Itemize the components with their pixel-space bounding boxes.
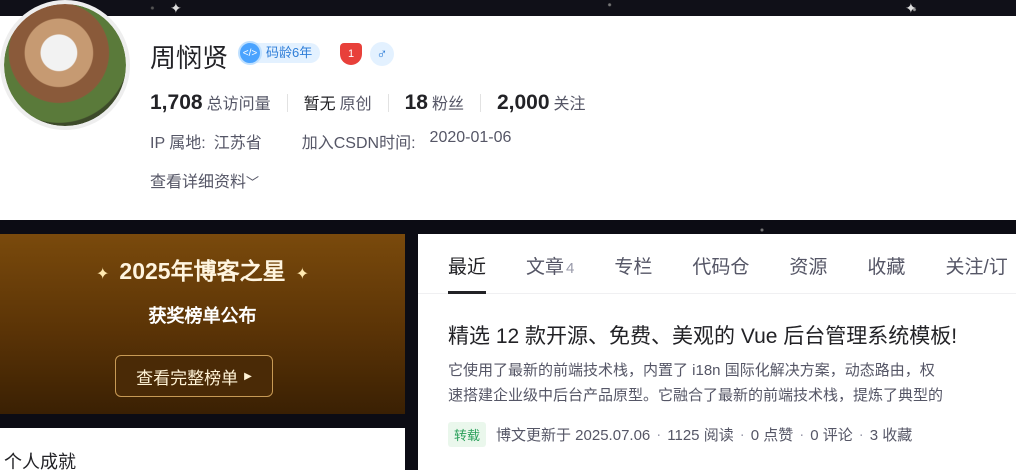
stat-label: 关注 [553, 96, 586, 113]
view-details-label: 查看详细资料 [150, 174, 247, 191]
profile-card: 周悯贤 </> 码龄6年 1 ♂ 1,708 总访问量 暂无 原创 18 粉丝 … [0, 0, 1016, 220]
article-updated: 博文更新于 2025.07.06 [496, 427, 651, 444]
join-label: 加入CSDN时间: [301, 135, 416, 152]
blog-star-promo[interactable]: ✦ 2025年博客之星 ✦ 获奖榜单公布 查看完整榜单 ▶ [0, 234, 405, 414]
repost-tag: 转载 [448, 422, 487, 447]
tab-label: 最近 [448, 257, 487, 278]
banner-decoration-icon: ✦ [905, 0, 917, 16]
user-stats: 1,708 总访问量 暂无 原创 18 粉丝 2,000 关注 [150, 90, 586, 115]
article-description-line: 速搭建企业级中后台产品原型。它融合了最新的前端技术栈，提炼了典型的 [448, 387, 944, 404]
tab-following[interactable]: 关注/订 [945, 234, 1007, 293]
stat-label: 原创 [339, 96, 372, 113]
article-likes: 0 点赞 [750, 427, 794, 444]
join-date: 加入CSDN时间: 2020-01-06 [302, 129, 512, 153]
meta-separator: · [858, 426, 864, 443]
caret-right-icon: ▶ [244, 370, 252, 382]
promo-subtitle: 获奖榜单公布 [148, 306, 257, 326]
view-details-link[interactable]: 查看详细资料﹀ [150, 168, 259, 192]
ip-label: IP 属地: [150, 135, 206, 152]
content-panel: 最近 文章 4 专栏 代码仓 资源 收藏 关注/订 精选 12 款开源、免费、美观… [418, 234, 1016, 470]
sparkle-icon: ✦ [96, 266, 110, 283]
sparkle-icon: ✦ [295, 266, 309, 283]
tab-articles[interactable]: 文章 4 [526, 234, 574, 293]
stat-value: 18 [404, 91, 428, 114]
stat-fans[interactable]: 18 粉丝 [405, 90, 464, 115]
ip-value: 江苏省 [213, 135, 262, 152]
article-item[interactable]: 精选 12 款开源、免费、美观的 Vue 后台管理系统模板! 它使用了最新的前端… [448, 320, 1016, 447]
meta-separator: · [656, 426, 662, 443]
view-leaderboard-label: 查看完整榜单 [136, 368, 239, 388]
promo-title: ✦ 2025年博客之星 ✦ [0, 252, 405, 286]
tab-label: 文章 [526, 257, 565, 278]
stat-divider [387, 93, 389, 112]
stat-following[interactable]: 2,000 关注 [497, 90, 586, 115]
tab-columns[interactable]: 专栏 [614, 234, 652, 293]
join-value: 2020-01-06 [429, 129, 512, 146]
article-reads: 1125 阅读 [667, 427, 734, 444]
stat-value: 1,708 [150, 91, 203, 114]
meta-separator: · [739, 426, 745, 443]
achievements-title: 个人成就 [4, 452, 76, 470]
male-gender-icon: ♂ [370, 42, 394, 66]
promo-title-text: 2025年博客之星 [119, 258, 286, 284]
tab-recent[interactable]: 最近 [448, 234, 487, 294]
code-age-badge[interactable]: </> 码龄6年 [238, 41, 321, 65]
tab-label: 专栏 [614, 257, 653, 278]
tab-count: 4 [566, 260, 575, 277]
code-icon: </> [238, 41, 262, 65]
article-comments: 0 评论 [810, 427, 853, 444]
stat-label: 总访问量 [206, 96, 271, 113]
article-favorites: 3 收藏 [869, 427, 913, 444]
stat-divider [286, 93, 288, 112]
article-meta: 转载 博文更新于 2025.07.06 · 1125 阅读 · 0 点赞 · 0… [448, 422, 1016, 447]
article-description-line: 它使用了最新的前端技术栈，内置了 i18n 国际化解决方案，动态路由，权 [448, 362, 935, 379]
profile-banner: ✦ ✦ [0, 0, 1016, 16]
avatar[interactable] [0, 0, 130, 130]
view-leaderboard-button[interactable]: 查看完整榜单 ▶ [115, 355, 273, 397]
tab-resources[interactable]: 资源 [789, 234, 827, 293]
code-age-label: 码龄6年 [256, 43, 321, 63]
stat-visits[interactable]: 1,708 总访问量 [150, 90, 271, 115]
stat-value: 暂无 [303, 96, 336, 113]
stat-value: 2,000 [496, 91, 550, 114]
award-medal-icon[interactable]: 1 [340, 43, 362, 65]
user-name: 周悯贤 [150, 44, 229, 74]
banner-decoration-icon: ✦ [170, 0, 182, 16]
content-tabs: 最近 文章 4 专栏 代码仓 资源 收藏 关注/订 [418, 234, 1016, 294]
avatar-image [4, 4, 126, 126]
chevron-down-icon: ﹀ [246, 175, 260, 190]
tab-code-repo[interactable]: 代码仓 [692, 234, 749, 293]
meta-separator: · [799, 426, 805, 443]
user-meta: IP 属地: 江苏省 加入CSDN时间: 2020-01-06 [150, 129, 511, 153]
article-description: 它使用了最新的前端技术栈，内置了 i18n 国际化解决方案，动态路由，权 速搭建… [448, 358, 1016, 408]
stat-original[interactable]: 暂无 原创 [304, 90, 372, 114]
stat-divider [479, 93, 481, 112]
tab-label: 收藏 [867, 257, 906, 278]
ip-location: IP 属地: 江苏省 [150, 129, 262, 153]
article-title[interactable]: 精选 12 款开源、免费、美观的 Vue 后台管理系统模板! [448, 320, 1016, 350]
tab-label: 资源 [789, 257, 828, 278]
stat-label: 粉丝 [431, 96, 464, 113]
tab-favorites[interactable]: 收藏 [867, 234, 905, 293]
achievements-card: 个人成就 [0, 428, 405, 470]
tab-label: 关注/订 [945, 257, 1008, 278]
tab-label: 代码仓 [692, 257, 750, 278]
